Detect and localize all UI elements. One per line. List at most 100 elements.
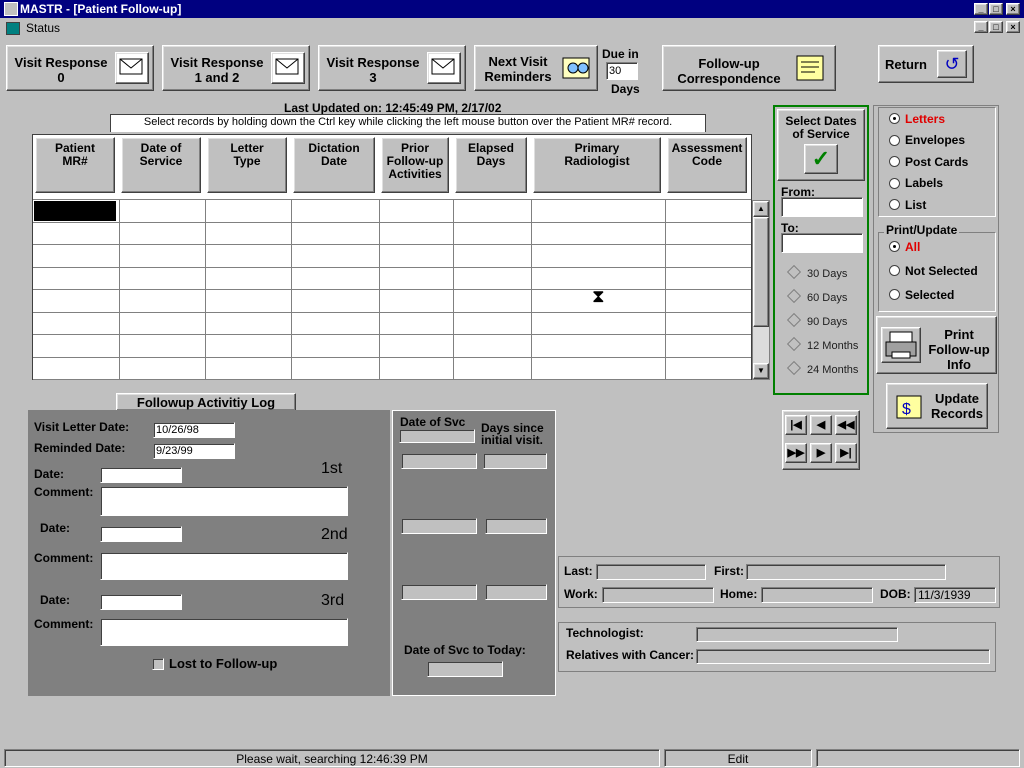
- comment2-input[interactable]: [100, 552, 348, 580]
- home-phone-field[interactable]: [761, 587, 873, 603]
- date3-input[interactable]: [100, 594, 182, 610]
- svc-panel: Date of Svc Days since initial visit. Da…: [392, 410, 556, 696]
- column-header[interactable]: Primary Radiologist: [533, 137, 661, 193]
- table-row[interactable]: [33, 312, 751, 335]
- table-row[interactable]: [33, 289, 751, 312]
- close-icon[interactable]: ×: [1006, 3, 1020, 15]
- column-header[interactable]: Assessment Code: [667, 137, 747, 193]
- next-visit-reminders-button[interactable]: Next Visit Reminders: [474, 45, 598, 91]
- last-record-icon[interactable]: ▶|: [835, 443, 857, 463]
- date-range-option[interactable]: 24 Months: [786, 360, 859, 376]
- nvr-label2: Reminders: [484, 69, 552, 84]
- scroll-down-icon[interactable]: ▼: [753, 363, 769, 379]
- table-row[interactable]: [33, 199, 751, 222]
- follow-up-correspondence-button[interactable]: Follow-up Correspondence: [662, 45, 836, 91]
- dob-field[interactable]: 11/3/1939: [914, 587, 996, 603]
- scroll-up-icon[interactable]: ▲: [753, 201, 769, 217]
- column-header[interactable]: Date of Service: [121, 137, 201, 193]
- fuc-label1: Follow-up: [698, 56, 760, 71]
- radio-option[interactable]: All: [889, 239, 920, 254]
- due-in-days-input[interactable]: [606, 62, 638, 80]
- relatives-field[interactable]: [696, 649, 990, 664]
- minimize-icon[interactable]: _: [974, 3, 988, 15]
- lost-to-followup-checkbox[interactable]: [152, 658, 164, 670]
- column-header[interactable]: Elapsed Days: [455, 137, 527, 193]
- from-date-input[interactable]: [781, 197, 863, 217]
- column-header[interactable]: Letter Type: [207, 137, 287, 193]
- menu-status[interactable]: Status: [26, 21, 60, 35]
- column-header[interactable]: Dictation Date: [293, 137, 375, 193]
- patient-grid[interactable]: Patient MR# Date of Service Letter Type Dictat…: [32, 134, 752, 380]
- radio-label: All: [905, 239, 921, 254]
- date-range-option[interactable]: 30 Days: [786, 264, 847, 280]
- comment1-input[interactable]: [100, 486, 348, 516]
- visit-letter-date-input[interactable]: [153, 422, 235, 438]
- first-record-icon[interactable]: |◀: [785, 415, 807, 435]
- column-header[interactable]: Patient MR#: [35, 137, 115, 193]
- work-phone-field[interactable]: [602, 587, 714, 603]
- followup-log-tab[interactable]: Followup Activitiy Log: [116, 393, 296, 411]
- maximize-icon[interactable]: □: [989, 3, 1003, 15]
- grid-scrollbar[interactable]: ▲ ▼: [752, 200, 770, 380]
- prev-record-icon[interactable]: ◀: [810, 415, 832, 435]
- radio-label: Selected: [905, 287, 955, 302]
- date2-input[interactable]: [100, 526, 182, 542]
- radio-option[interactable]: Not Selected: [889, 263, 978, 278]
- hourglass-cursor-icon: ⧗: [592, 286, 605, 306]
- child-close-icon[interactable]: ×: [1006, 21, 1020, 33]
- next-page-icon[interactable]: ▶▶: [785, 443, 807, 463]
- column-header[interactable]: Prior Follow-up Activities: [381, 137, 449, 193]
- date-of-svc-label: Date of Svc: [400, 415, 466, 429]
- table-row[interactable]: [33, 334, 751, 357]
- scroll-thumb[interactable]: [753, 217, 769, 327]
- child-maximize-icon[interactable]: □: [989, 21, 1003, 33]
- reminded-date-input[interactable]: [153, 443, 235, 459]
- grid-instruction: Select records by holding down the Ctrl …: [143, 116, 673, 128]
- radio-icon: [889, 134, 900, 146]
- update-records-button[interactable]: $ Update Records: [886, 383, 988, 429]
- visit-response-0-button[interactable]: Visit Response 0: [6, 45, 154, 91]
- update-label2: Records: [930, 406, 984, 421]
- radio-label: List: [905, 197, 927, 212]
- date-range-label: 24 Months: [807, 364, 859, 376]
- reminded-label: Reminded Date:: [34, 441, 126, 455]
- date-range-option[interactable]: 90 Days: [786, 312, 847, 328]
- selected-mr-cell[interactable]: [34, 201, 116, 221]
- first-name-field[interactable]: [746, 564, 946, 580]
- radio-option[interactable]: Envelopes: [889, 133, 965, 147]
- date-of-svc-field: [399, 429, 475, 443]
- date-range-option[interactable]: 60 Days: [786, 288, 847, 304]
- table-row[interactable]: [33, 244, 751, 267]
- technologist-field[interactable]: [696, 627, 898, 642]
- child-minimize-icon[interactable]: _: [974, 21, 988, 33]
- prev-page-icon[interactable]: ◀◀: [835, 415, 857, 435]
- next-record-icon[interactable]: ▶: [810, 443, 832, 463]
- table-row[interactable]: [33, 357, 751, 380]
- radio-option[interactable]: Labels: [889, 176, 943, 190]
- date-range-option[interactable]: 12 Months: [786, 336, 859, 352]
- visit-response-1-2-button[interactable]: Visit Response 1 and 2: [162, 45, 310, 91]
- last-name-field[interactable]: [596, 564, 706, 580]
- date-range-label: 12 Months: [807, 340, 859, 352]
- visit-response-3-button[interactable]: Visit Response 3: [318, 45, 466, 91]
- ordinal-1st: 1st: [321, 460, 343, 477]
- date1-input[interactable]: [100, 467, 182, 483]
- radio-icon: [889, 265, 900, 277]
- radio-option[interactable]: Selected: [889, 287, 954, 302]
- column-header-text: Code: [692, 154, 722, 168]
- print-follow-up-info-button[interactable]: Print Follow-up Info: [876, 316, 997, 374]
- to-date-input[interactable]: [781, 233, 863, 253]
- comment3-label: Comment:: [34, 617, 94, 631]
- table-row[interactable]: [33, 222, 751, 245]
- select-dates-button[interactable]: Select Dates of Service ✓: [777, 109, 865, 181]
- fuc-label2: Correspondence: [677, 71, 781, 86]
- followup-panel: Visit Letter Date: Reminded Date: Date: …: [28, 410, 390, 696]
- radio-option[interactable]: Post Cards: [889, 154, 968, 169]
- radio-option[interactable]: Letters: [889, 111, 945, 126]
- check-icon: ✓: [804, 144, 838, 174]
- radio-option[interactable]: List: [889, 197, 926, 212]
- comment3-input[interactable]: [100, 618, 348, 646]
- return-button[interactable]: Return ↺: [878, 45, 974, 83]
- first-label: First:: [714, 564, 744, 578]
- table-row[interactable]: [33, 267, 751, 290]
